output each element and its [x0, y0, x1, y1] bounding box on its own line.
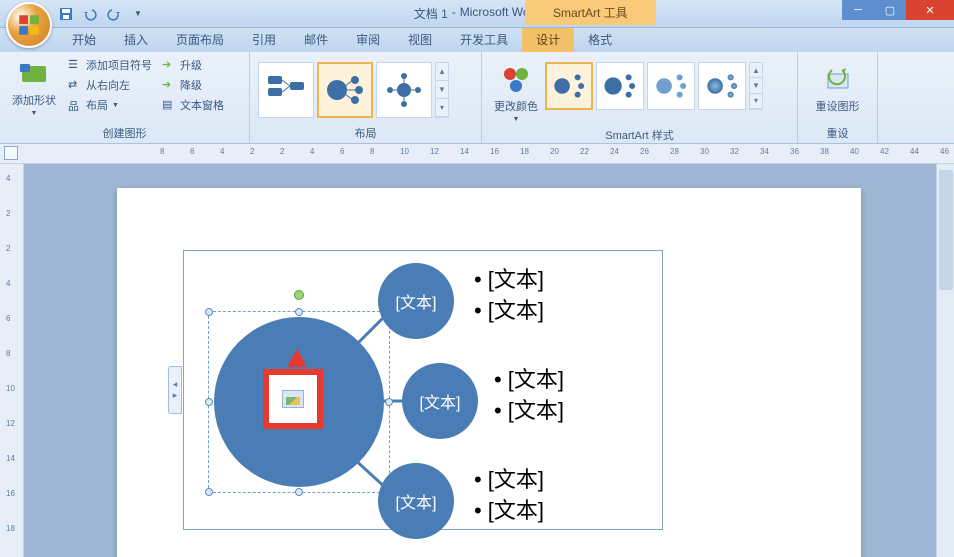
resize-handle[interactable]: [205, 488, 213, 496]
group-label-reset: 重设: [806, 123, 869, 143]
bullet-list-2[interactable]: [文本][文本]: [494, 365, 564, 427]
resize-handle[interactable]: [385, 398, 393, 406]
window-title: 文档 1-Microsoft Word: [414, 5, 540, 22]
ribbon-tabs: 开始 插入 页面布局 引用 邮件 审阅 视图 开发工具 设计 格式: [0, 28, 954, 52]
smartart-frame[interactable]: ◂▸: [183, 250, 663, 530]
qat-dropdown-icon[interactable]: ▼: [130, 6, 146, 22]
vertical-ruler: 4224681012141618: [0, 164, 24, 557]
tab-view[interactable]: 视图: [394, 27, 446, 52]
layout-option-3[interactable]: [376, 62, 432, 118]
add-bullet-button[interactable]: ☰添加项目符号: [66, 56, 154, 74]
tab-home[interactable]: 开始: [58, 27, 110, 52]
layout-option-1[interactable]: [258, 62, 314, 118]
scroll-more-icon[interactable]: ▾: [750, 94, 762, 109]
rtl-button[interactable]: ⇄从右向左: [66, 76, 154, 94]
vertical-scrollbar[interactable]: [936, 164, 954, 557]
scroll-up-icon[interactable]: ▲: [436, 63, 448, 81]
style-option-2[interactable]: [596, 62, 644, 110]
scrollbar-thumb[interactable]: [939, 170, 953, 290]
maximize-button[interactable]: ▢: [874, 0, 906, 20]
demote-button[interactable]: ➔降级: [160, 76, 226, 94]
canvas[interactable]: ◂▸: [24, 164, 954, 557]
redo-icon[interactable]: [106, 6, 122, 22]
rotate-handle[interactable]: [294, 290, 304, 300]
office-button[interactable]: [6, 2, 52, 48]
quick-access-toolbar: ▼: [58, 6, 146, 22]
ruler-corner-icon: [4, 146, 18, 160]
scroll-down-icon[interactable]: ▼: [436, 81, 448, 99]
style-option-3[interactable]: [647, 62, 695, 110]
context-tab-label: SmartArt 工具: [525, 0, 656, 25]
group-label-create: 创建图形: [8, 123, 241, 143]
group-reset: 重设图形 重设: [798, 52, 878, 143]
document-area: 4224681012141618 ◂▸: [0, 164, 954, 557]
tab-design[interactable]: 设计: [522, 27, 574, 52]
scroll-up-icon[interactable]: ▲: [750, 63, 762, 78]
group-label-layout: 布局: [258, 123, 473, 143]
resize-handle[interactable]: [295, 308, 303, 316]
text-pane-toggle[interactable]: ◂▸: [168, 366, 182, 414]
scroll-more-icon[interactable]: ▾: [436, 99, 448, 117]
tab-page-layout[interactable]: 页面布局: [162, 27, 238, 52]
group-create-graphic: 添加形状 ▼ ☰添加项目符号 ⇄从右向左 品布局▼ ➔升级 ➔降级 ▤文本窗格 …: [0, 52, 250, 143]
promote-button[interactable]: ➔升级: [160, 56, 226, 74]
smartart-sub-node-1[interactable]: [文本]: [378, 263, 454, 339]
tab-developer[interactable]: 开发工具: [446, 27, 522, 52]
picture-placeholder-highlight[interactable]: [263, 369, 323, 429]
title-bar: ▼ 文档 1-Microsoft Word SmartArt 工具 ─ ▢ ✕: [0, 0, 954, 28]
layout-button[interactable]: 品布局▼: [66, 96, 154, 114]
text-pane-button[interactable]: ▤文本窗格: [160, 96, 226, 114]
bullet-list-1[interactable]: [文本][文本]: [474, 265, 544, 327]
undo-icon[interactable]: [82, 6, 98, 22]
close-button[interactable]: ✕: [906, 0, 954, 20]
reset-graphic-button[interactable]: 重设图形: [812, 62, 864, 116]
ribbon: 添加形状 ▼ ☰添加项目符号 ⇄从右向左 品布局▼ ➔升级 ➔降级 ▤文本窗格 …: [0, 52, 954, 144]
horizontal-ruler: 8642246810121416182022242628303234363840…: [0, 144, 954, 164]
scroll-down-icon[interactable]: ▼: [750, 78, 762, 93]
change-colors-button[interactable]: 更改颜色 ▼: [490, 62, 542, 125]
bullet-list-3[interactable]: [文本][文本]: [474, 465, 544, 527]
smartart-sub-node-2[interactable]: [文本]: [402, 363, 478, 439]
group-label-styles: SmartArt 样式: [490, 125, 789, 145]
tab-references[interactable]: 引用: [238, 27, 290, 52]
smartart-sub-node-3[interactable]: [文本]: [378, 463, 454, 539]
tab-format[interactable]: 格式: [574, 27, 626, 52]
callout-arrow-icon: [287, 349, 307, 367]
layout-gallery-scroll[interactable]: ▲▼▾: [435, 62, 449, 118]
style-option-1[interactable]: [545, 62, 593, 110]
save-icon[interactable]: [58, 6, 74, 22]
resize-handle[interactable]: [205, 308, 213, 316]
resize-handle[interactable]: [295, 488, 303, 496]
style-option-4[interactable]: [698, 62, 746, 110]
picture-icon: [282, 390, 304, 408]
tab-review[interactable]: 审阅: [342, 27, 394, 52]
group-layouts: ▲▼▾ 布局: [250, 52, 482, 143]
add-shape-button[interactable]: 添加形状 ▼: [8, 56, 60, 119]
minimize-button[interactable]: ─: [842, 0, 874, 20]
resize-handle[interactable]: [205, 398, 213, 406]
group-styles: 更改颜色 ▼ ▲▼▾ SmartArt 样式: [482, 52, 798, 143]
tab-insert[interactable]: 插入: [110, 27, 162, 52]
page[interactable]: ◂▸: [117, 188, 861, 557]
layout-option-2[interactable]: [317, 62, 373, 118]
tab-mailings[interactable]: 邮件: [290, 27, 342, 52]
style-gallery-scroll[interactable]: ▲▼▾: [749, 62, 763, 110]
